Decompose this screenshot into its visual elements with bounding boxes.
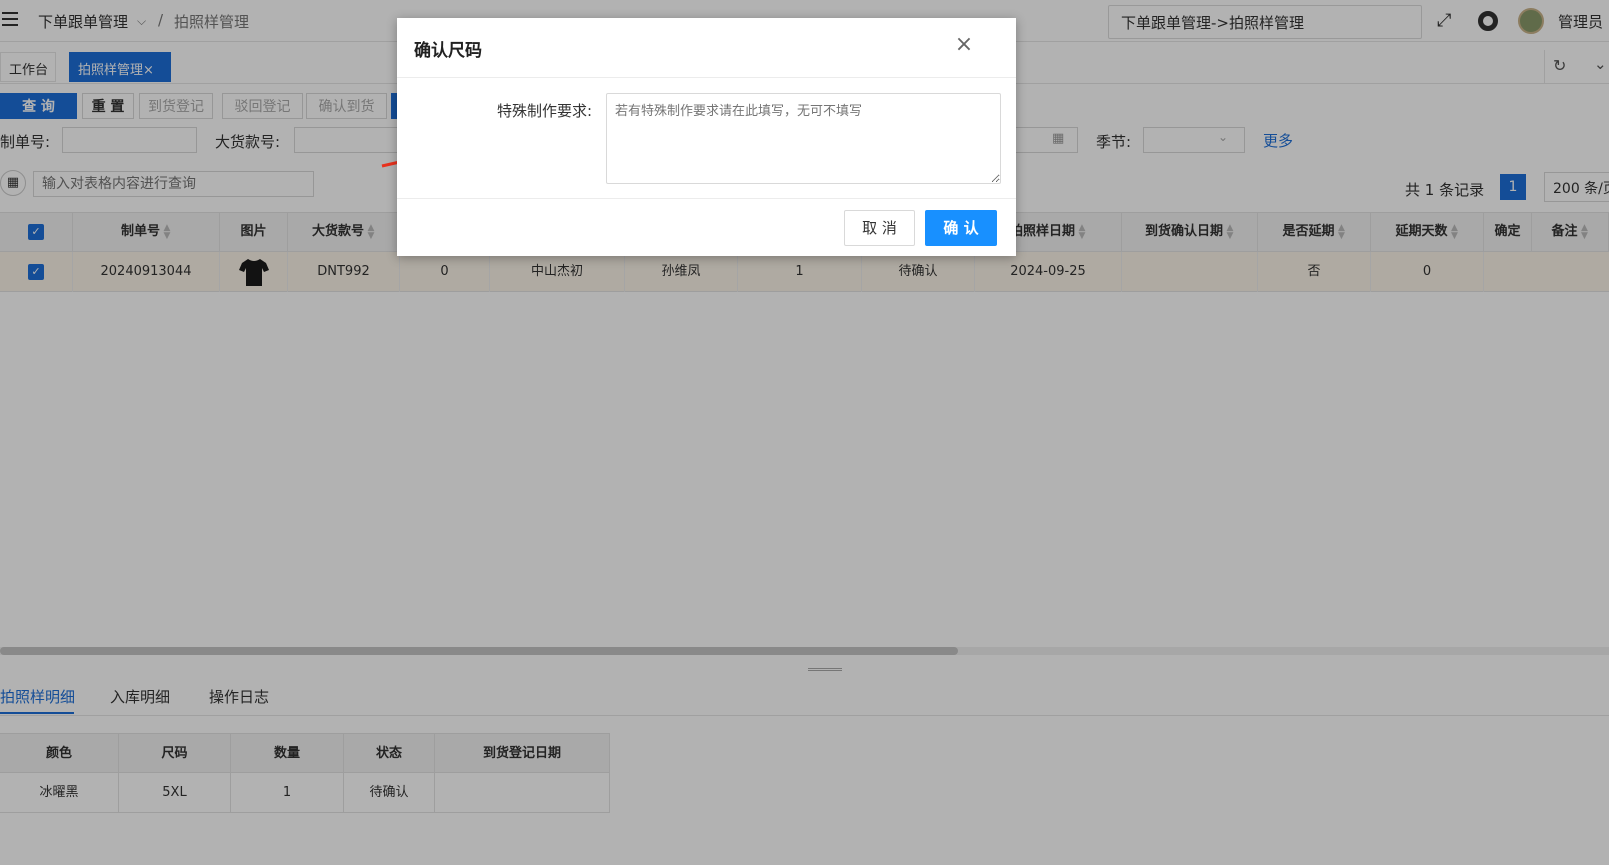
divider (397, 198, 1016, 199)
cancel-button[interactable]: 取 消 (844, 210, 915, 246)
dialog-title: 确认尺码 (414, 41, 482, 61)
special-requirement-label: 特殊制作要求: (497, 102, 593, 120)
close-icon[interactable]: × (953, 34, 975, 56)
special-requirement-textarea[interactable] (606, 93, 1001, 184)
confirm-size-dialog: 确认尺码 × 特殊制作要求: 取 消 确 认 (397, 18, 1016, 256)
confirm-button[interactable]: 确 认 (925, 210, 997, 246)
divider (397, 77, 1016, 78)
